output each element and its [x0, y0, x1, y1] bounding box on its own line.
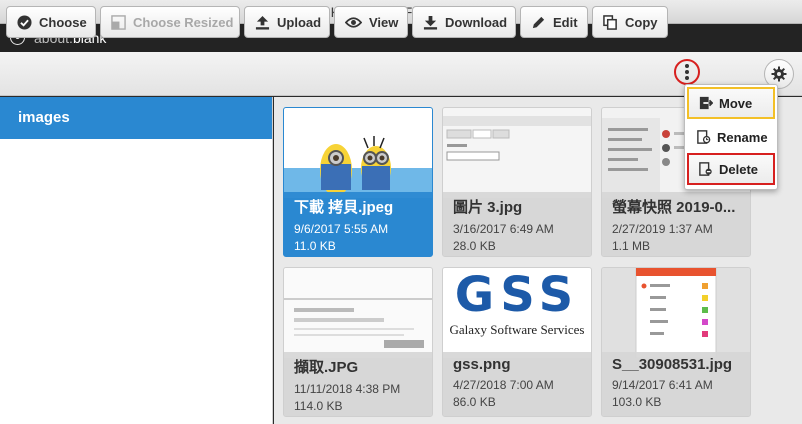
- file-thumbnail: [284, 268, 432, 358]
- choose-label: Choose: [39, 14, 87, 30]
- file-meta: gss.png 4/27/2018 7:00 AM 86.0 KB: [443, 352, 591, 416]
- menu-item-delete[interactable]: Delete: [687, 153, 775, 185]
- folder-item-images[interactable]: images: [0, 97, 272, 139]
- upload-icon: [255, 15, 270, 30]
- vertical-ellipsis-icon: [685, 64, 689, 68]
- file-thumbnail: [602, 268, 750, 358]
- file-card[interactable]: 圖片 3.jpg 3/16/2017 6:49 AM 28.0 KB: [442, 107, 592, 257]
- file-meta: 圖片 3.jpg 3/16/2017 6:49 AM 28.0 KB: [443, 192, 591, 256]
- file-card[interactable]: 擷取.JPG 11/11/2018 4:38 PM 114.0 KB: [283, 267, 433, 417]
- file-thumbnail: [443, 108, 591, 198]
- menu-item-label: Delete: [719, 161, 759, 177]
- file-thumbnail: [284, 108, 432, 198]
- more-actions-button[interactable]: [674, 59, 700, 85]
- file-card[interactable]: S__30908531.jpg 9/14/2017 6:41 AM 103.0 …: [601, 267, 751, 417]
- ellipsis-dot: [685, 70, 689, 74]
- file-date: 9/14/2017 6:41 AM: [612, 378, 713, 392]
- upload-button[interactable]: Upload: [244, 6, 330, 38]
- gear-icon: [771, 66, 787, 82]
- file-meta: 螢幕快照 2019-0... 2/27/2019 1:37 AM 1.1 MB: [602, 192, 750, 256]
- upload-label: Upload: [277, 14, 322, 30]
- copy-button[interactable]: Copy: [592, 6, 668, 38]
- file-meta: 下載 拷貝.jpeg 9/6/2017 5:55 AM 11.0 KB: [284, 192, 432, 256]
- menu-item-label: Rename: [717, 129, 768, 145]
- download-icon: [423, 15, 438, 30]
- file-meta: S__30908531.jpg 9/14/2017 6:41 AM 103.0 …: [602, 352, 750, 416]
- move-icon: [699, 96, 713, 110]
- check-circle-icon: [17, 14, 32, 30]
- file-date: 3/16/2017 6:49 AM: [453, 222, 554, 236]
- more-actions-menu: Move Rename Delete: [684, 84, 778, 190]
- file-name: 下載 拷貝.jpeg: [294, 199, 394, 216]
- file-size: 86.0 KB: [453, 395, 496, 409]
- file-card[interactable]: GSS Galaxy Software Services gss.png 4/2…: [442, 267, 592, 417]
- file-date: 11/11/2018 4:38 PM: [294, 382, 401, 396]
- menu-item-move[interactable]: Move: [687, 87, 775, 119]
- file-size: 1.1 MB: [612, 239, 651, 253]
- ellipsis-dot: [685, 76, 689, 80]
- file-name: 擷取.JPG: [294, 359, 359, 376]
- file-name: S__30908531.jpg: [612, 356, 733, 373]
- resize-icon: [111, 14, 126, 30]
- view-label: View: [369, 14, 399, 30]
- file-date: 4/27/2018 7:00 AM: [453, 378, 554, 392]
- rename-icon: [697, 130, 711, 144]
- file-size: 11.0 KB: [294, 239, 336, 253]
- download-label: Download: [445, 14, 508, 30]
- edit-button[interactable]: Edit: [520, 6, 588, 38]
- file-size: 103.0 KB: [612, 395, 662, 409]
- file-date: 2/27/2019 1:37 AM: [612, 222, 713, 236]
- edit-label: Edit: [553, 14, 578, 30]
- view-button[interactable]: View: [334, 6, 408, 38]
- eye-icon: [345, 16, 362, 28]
- folder-label: images: [18, 109, 70, 126]
- gss-tagline-image: Galaxy Software Services: [449, 322, 585, 337]
- file-size: 28.0 KB: [453, 239, 496, 253]
- file-name: 螢幕快照 2019-0...: [612, 199, 736, 216]
- menu-item-label: Move: [719, 95, 753, 111]
- file-size: 114.0 KB: [294, 399, 343, 413]
- delete-icon: [699, 162, 712, 176]
- menu-item-rename[interactable]: Rename: [687, 121, 775, 153]
- copy-label: Copy: [625, 14, 658, 30]
- file-name: 圖片 3.jpg: [453, 199, 523, 216]
- folder-sidebar: images: [0, 97, 273, 424]
- file-thumbnail: GSS Galaxy Software Services: [443, 268, 591, 358]
- choose-resized-label: Choose Resized: [133, 14, 234, 30]
- download-button[interactable]: Download: [412, 6, 516, 38]
- choose-button[interactable]: Choose: [6, 6, 96, 38]
- file-date: 9/6/2017 5:55 AM: [294, 222, 389, 236]
- file-name: gss.png: [453, 356, 511, 373]
- file-meta: 擷取.JPG 11/11/2018 4:38 PM 114.0 KB: [284, 352, 432, 416]
- copy-icon: [603, 14, 617, 30]
- choose-resized-button[interactable]: Choose Resized: [100, 6, 240, 38]
- file-card[interactable]: 下載 拷貝.jpeg 9/6/2017 5:55 AM 11.0 KB: [283, 107, 433, 257]
- pencil-icon: [532, 16, 545, 28]
- gss-logo-image: GSS: [454, 268, 580, 323]
